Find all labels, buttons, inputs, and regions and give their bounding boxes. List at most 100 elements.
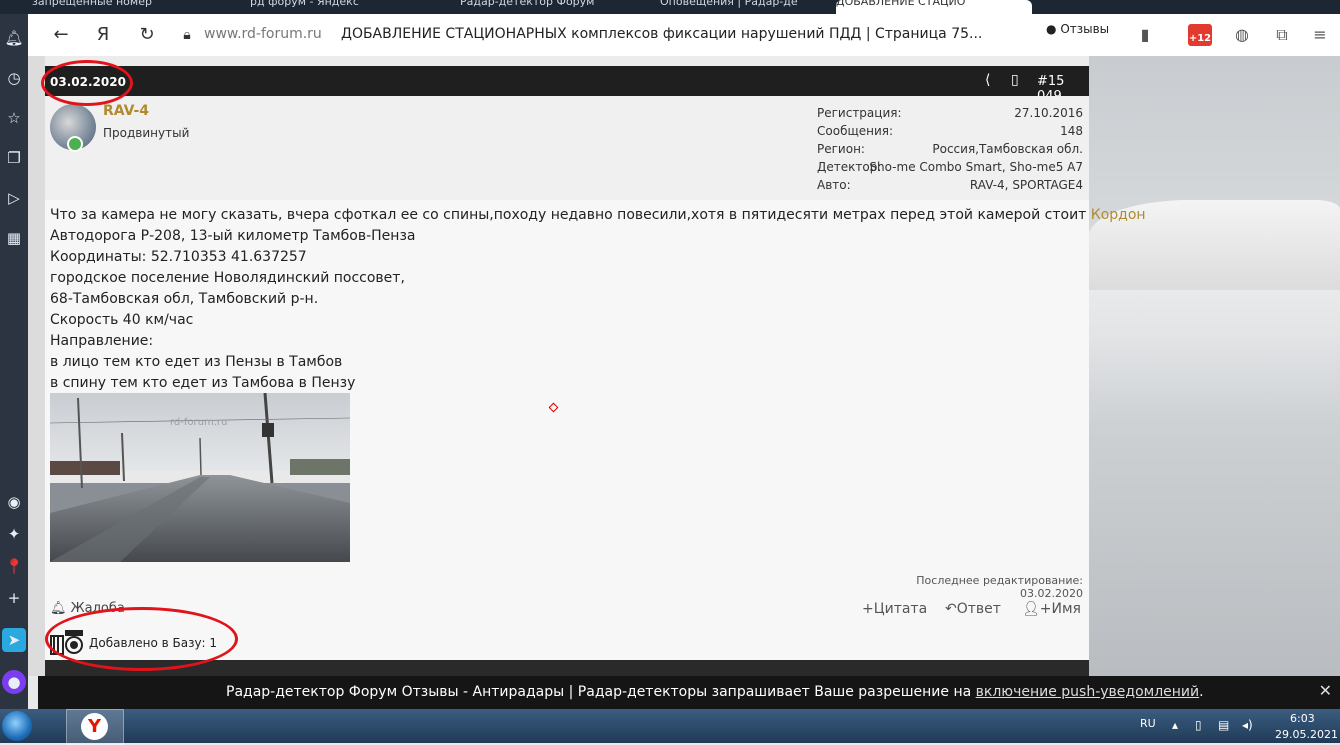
- yandex-icon[interactable]: Я: [90, 23, 116, 47]
- clock-date[interactable]: 29.05.2021: [1275, 728, 1338, 741]
- back-icon[interactable]: ←: [48, 23, 74, 47]
- reviews-button[interactable]: ● Отзывы: [1046, 22, 1109, 36]
- reply-button[interactable]: ↶Ответ: [945, 601, 1001, 617]
- globe-icon[interactable]: ◍: [1231, 24, 1253, 46]
- lock-icon[interactable]: 🔒︎: [174, 23, 200, 47]
- menu-icon[interactable]: ≡: [1309, 24, 1331, 46]
- notification-badge[interactable]: +12: [1188, 24, 1212, 46]
- bookmark-post-icon[interactable]: ▯: [1011, 72, 1019, 88]
- sparkle-icon[interactable]: ✦: [2, 522, 26, 546]
- reply-icon: ↶: [945, 601, 957, 617]
- push-message: Радар-детектор Форум Отзывы - Антирадары…: [226, 684, 1204, 700]
- windows-taskbar: Y RU ▴ ▯ ▤ ◂) 6:03 29.05.2021: [0, 709, 1340, 745]
- clock-time[interactable]: 6:03: [1290, 712, 1315, 725]
- body-line: Направление:: [50, 333, 154, 349]
- quote-label: Цитата: [873, 601, 928, 617]
- post-header: 03.02.2020 ⟨ ▯ #15 049: [45, 66, 1089, 104]
- play-icon[interactable]: ▷: [2, 186, 26, 210]
- user-icon: 👤︎: [1022, 601, 1040, 617]
- info-value: Sho-me Combo Smart, Sho-me5 A7: [869, 160, 1083, 174]
- browser-tab-strip: запрещенные номер рд форум - Яндекс Рада…: [0, 0, 1340, 14]
- tab-active[interactable]: ДОБАВЛЕНИЕ СТАЦИО: [836, 0, 1032, 14]
- photo-watermark: rd-forum.ru: [170, 417, 227, 428]
- assistant-icon[interactable]: ●: [2, 670, 26, 694]
- bookmark-icon[interactable]: ▮: [1134, 24, 1156, 46]
- annotation-ellipse-date: [41, 60, 133, 106]
- info-detector: Детектор: Sho-me Combo Smart, Sho-me5 A7: [817, 160, 1083, 178]
- body-line: Автодорога Р-208, 13-ый километр Тамбов-…: [50, 228, 416, 244]
- tab-item[interactable]: запрещенные номер: [32, 0, 202, 14]
- info-registration: Регистрация: 27.10.2016: [817, 106, 1083, 124]
- mention-label: +Имя: [1039, 601, 1081, 617]
- info-value: 27.10.2016: [1014, 106, 1083, 120]
- post-body: Что за камера не могу сказать, вчера сфо…: [50, 205, 1146, 394]
- body-line: Скорость 40 км/час: [50, 312, 194, 328]
- page-margin-left: [28, 56, 45, 676]
- user-info-block: RAV-4 Продвинутый Регистрация: 27.10.201…: [45, 96, 1089, 200]
- star-icon[interactable]: ☆: [2, 106, 26, 130]
- share-icon[interactable]: ⟨: [985, 72, 990, 88]
- info-key: Сообщения:: [817, 124, 894, 138]
- address-bar: ← Я ↻ 🔒︎ www.rd-forum.ru ДОБАВЛЕНИЕ СТАЦ…: [28, 14, 1340, 57]
- add-icon[interactable]: +: [2, 586, 26, 610]
- speech-bubble-icon: ●: [1046, 22, 1057, 36]
- push-tail: .: [1199, 684, 1204, 700]
- push-text: Радар-детектор Форум Отзывы - Антирадары…: [226, 684, 976, 700]
- apps-grid-icon[interactable]: ▦: [2, 226, 26, 250]
- info-value: 148: [1060, 124, 1083, 138]
- yandex-browser-icon: Y: [81, 713, 108, 740]
- taskbar-yandex-browser[interactable]: Y: [66, 709, 124, 745]
- close-icon[interactable]: ✕: [1319, 681, 1332, 700]
- info-value: RAV-4, SPORTAGE4: [969, 178, 1083, 192]
- info-key: Регион:: [817, 142, 865, 156]
- info-key: Авто:: [817, 178, 851, 192]
- tray-arrow-icon[interactable]: ▴: [1172, 718, 1178, 732]
- online-status-icon: [67, 136, 83, 152]
- enable-push-link[interactable]: включение push-уведомлений: [976, 684, 1200, 700]
- alice-icon[interactable]: ◉: [2, 490, 26, 514]
- username[interactable]: RAV-4: [103, 103, 149, 119]
- info-car: Авто: RAV-4, SPORTAGE4: [817, 178, 1083, 196]
- road-camera-photo[interactable]: rd-forum.ru: [50, 393, 350, 562]
- info-messages: Сообщения: 148: [817, 124, 1083, 142]
- user-rank: Продвинутый: [103, 126, 190, 140]
- body-line: в лицо тем кто едет из Пензы в Тамбов: [50, 354, 343, 370]
- post-separator: [45, 56, 1089, 66]
- mention-button[interactable]: 👤︎+Имя: [1022, 601, 1081, 617]
- reply-label: Ответ: [956, 601, 1001, 617]
- history-icon[interactable]: ◷: [2, 66, 26, 90]
- body-text: Что за камера не могу сказать, вчера сфо…: [50, 207, 1091, 223]
- body-line: 68-Тамбовская обл, Тамбовский р-н.: [50, 291, 319, 307]
- body-line: в спину тем кто едет из Тамбова в Пензу: [50, 375, 356, 391]
- downloads-icon[interactable]: ⧉: [1271, 24, 1293, 46]
- body-line: Что за камера не могу сказать, вчера сфо…: [50, 205, 1146, 226]
- body-line: городское поселение Новолядинский поссов…: [50, 270, 405, 286]
- bell-outline-icon: 🔔︎: [50, 601, 67, 616]
- info-region: Регион: Россия,Тамбовская обл.: [817, 142, 1083, 160]
- page-margin-right-photo: [1089, 56, 1340, 676]
- tab-item[interactable]: Радар-детектор Форум: [460, 0, 620, 14]
- quote-button[interactable]: +Цитата: [862, 601, 927, 617]
- browser-sidebar: 🔔︎ ◷ ☆ ❐ ▷ ▦ ◉ ✦ 📍︎ + ➤ ●: [0, 14, 28, 709]
- tab-item[interactable]: рд форум - Яндекс: [250, 0, 400, 14]
- page-title[interactable]: ДОБАВЛЕНИЕ СТАЦИОНАРНЫХ комплексов фикса…: [341, 26, 982, 42]
- info-key: Регистрация:: [817, 106, 902, 120]
- keyboard-language[interactable]: RU: [1140, 717, 1156, 730]
- last-edit-note: Последнее редактирование: 03.02.2020: [916, 574, 1083, 600]
- info-value: Россия,Тамбовская обл.: [932, 142, 1083, 156]
- bell-icon[interactable]: 🔔︎: [2, 26, 26, 50]
- tray-device-icon[interactable]: ▯: [1195, 718, 1202, 732]
- volume-icon[interactable]: ◂): [1242, 718, 1253, 732]
- start-button[interactable]: [2, 711, 32, 741]
- url-domain[interactable]: www.rd-forum.ru: [204, 26, 322, 42]
- tab-item[interactable]: Оповещения | Радар-де: [660, 0, 820, 14]
- reviews-label: Отзывы: [1060, 22, 1110, 36]
- collections-icon[interactable]: ❐: [2, 146, 26, 170]
- reload-icon[interactable]: ↻: [134, 23, 160, 47]
- map-pin-icon[interactable]: 📍︎: [2, 554, 26, 578]
- network-icon[interactable]: ▤: [1218, 718, 1229, 732]
- body-line: Координаты: 52.710353 41.637257: [50, 249, 307, 265]
- send-icon[interactable]: ➤: [2, 628, 26, 652]
- push-permission-bar: Радар-детектор Форум Отзывы - Антирадары…: [38, 676, 1340, 709]
- kordon-link[interactable]: Кордон: [1091, 207, 1146, 223]
